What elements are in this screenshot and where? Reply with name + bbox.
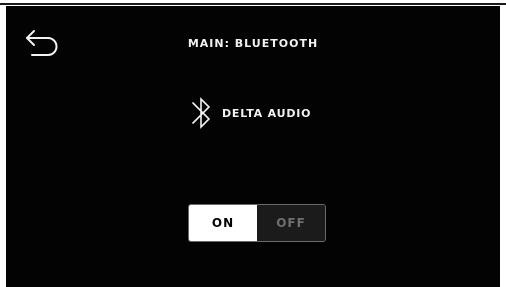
bluetooth-toggle[interactable]: ON OFF [188,204,326,242]
toggle-off-option[interactable]: OFF [257,205,325,241]
toggle-on-option[interactable]: ON [189,205,257,241]
bluetooth-screen: MAIN: BLUETOOTH DELTA AUDIO ON OFF [6,6,500,287]
top-frame-line [0,3,506,5]
paired-device: DELTA AUDIO [190,91,311,135]
device-name: DELTA AUDIO [222,106,312,120]
bluetooth-icon [190,91,214,135]
page-title: MAIN: BLUETOOTH [187,37,319,50]
